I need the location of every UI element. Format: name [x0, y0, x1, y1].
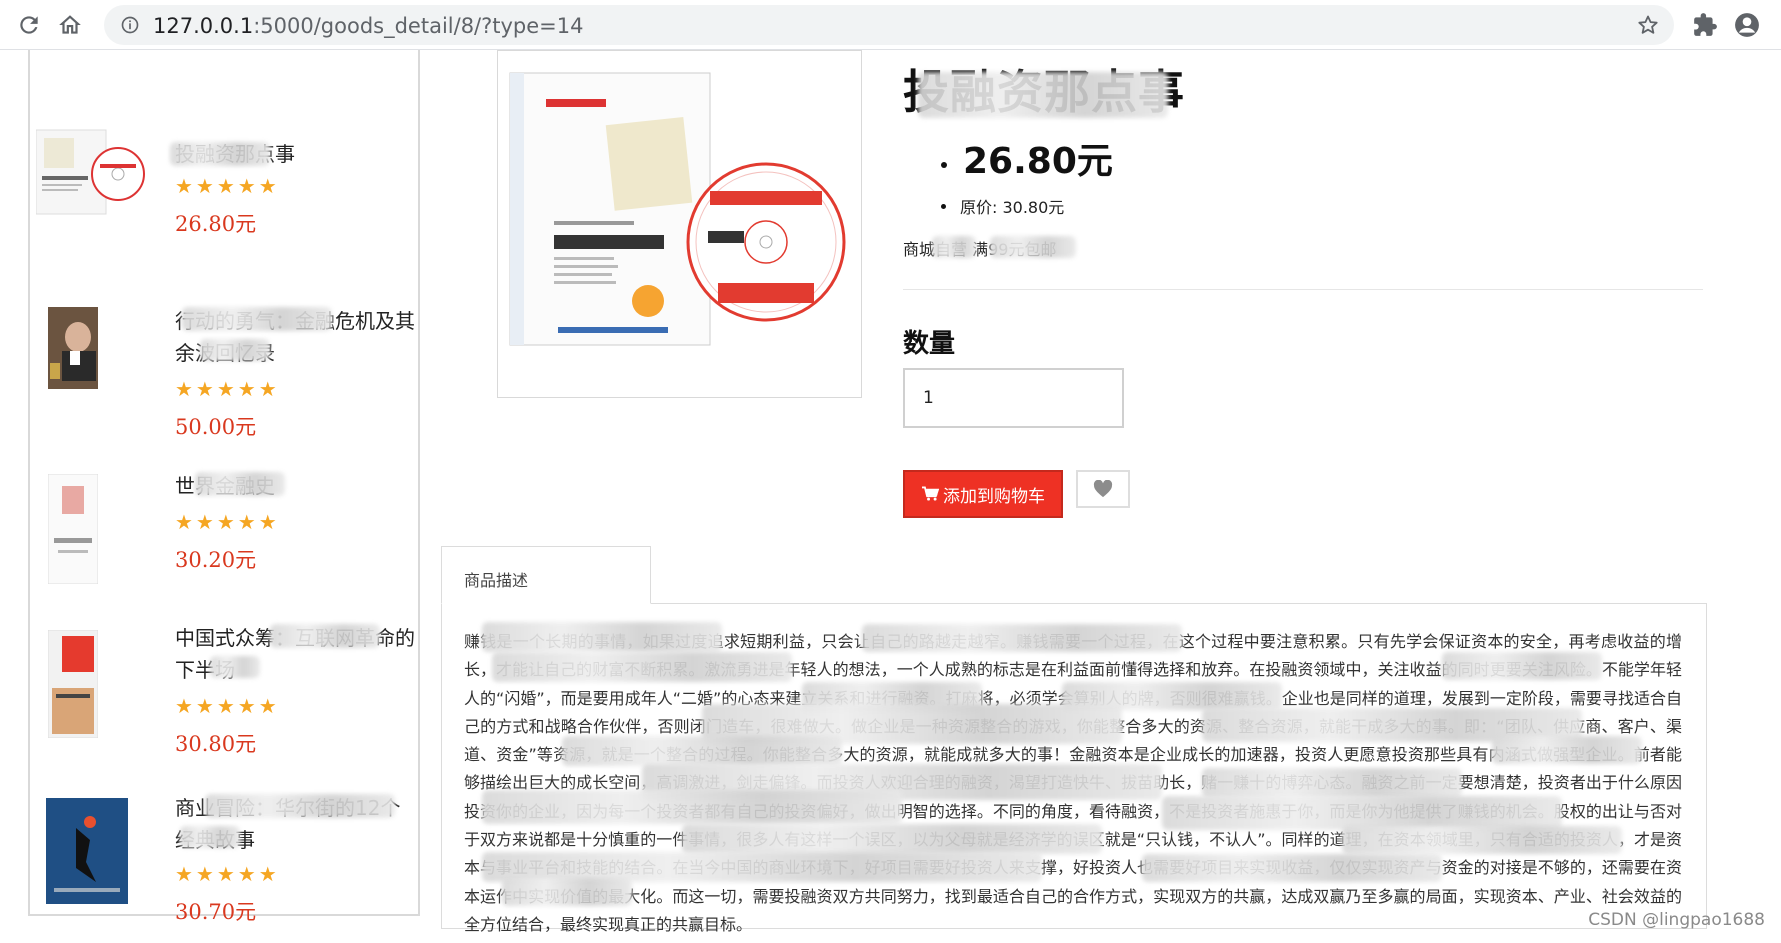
- add-to-cart-label: 添加到购物车: [943, 486, 1045, 507]
- heart-icon: [1093, 480, 1113, 498]
- sidebar-item-2[interactable]: 行动的勇气：金融危机及其余波回忆录 ★★★★★ 50.00元: [30, 265, 418, 439]
- blur-mask: [1342, 826, 1622, 854]
- sidebar-item-5[interactable]: 商业冒险：华尔街的12个经典故事 ★★★★★ 30.70元: [30, 758, 418, 924]
- blur-mask: [562, 736, 842, 766]
- bookmark-star-icon[interactable]: [1636, 13, 1660, 37]
- price-bullet: [941, 162, 947, 168]
- url-text[interactable]: 127.0.0.1:5000/goods_detail/8/?type=14: [153, 14, 584, 38]
- blur-mask: [180, 826, 240, 848]
- product-price: 26.80元: [963, 141, 1113, 182]
- description-panel: 赚钱是一个长期的事情，如果过度追求短期利益，只会让自己的路越走越窄。赚钱需要一个…: [441, 603, 1707, 934]
- quantity-input[interactable]: [903, 368, 1124, 428]
- address-bar[interactable]: 127.0.0.1:5000/goods_detail/8/?type=14: [104, 5, 1674, 45]
- blur-mask: [482, 622, 722, 652]
- rating-stars: ★★★★★: [175, 174, 280, 198]
- reload-icon[interactable]: [16, 12, 42, 38]
- sidebar-item-price: 30.70元: [175, 900, 257, 924]
- blur-mask: [932, 236, 976, 258]
- book-cover-thumbnail[interactable]: [48, 630, 98, 738]
- book-cover-thumbnail[interactable]: [48, 474, 98, 584]
- blur-mask: [482, 790, 902, 824]
- blur-mask: [195, 472, 285, 496]
- add-to-cart-button[interactable]: 添加到购物车: [903, 470, 1063, 518]
- blur-mask: [170, 142, 270, 166]
- blur-mask: [270, 624, 380, 648]
- shopping-cart-icon: [922, 486, 939, 501]
- profile-avatar-icon[interactable]: [1734, 12, 1760, 38]
- blur-mask: [1492, 736, 1642, 764]
- orig-price-bullet: [941, 204, 946, 209]
- recommendation-sidebar: 投融资那点事 ★★★★★ 26.80元 行动的勇气：金融危机及其余波回忆录 ★★…: [28, 50, 420, 924]
- watermark: CSDN @lingpao1688: [1588, 910, 1765, 930]
- rating-stars: ★★★★★: [175, 377, 280, 401]
- book-cover-thumbnail[interactable]: [46, 798, 128, 904]
- sidebar-item-price: 30.20元: [175, 548, 257, 572]
- sidebar-item-1[interactable]: 投融资那点事 ★★★★★ 26.80元: [30, 90, 418, 240]
- quantity-label: 数量: [903, 329, 956, 359]
- blur-mask: [492, 652, 792, 682]
- url-host: 127.0.0.1: [153, 14, 254, 38]
- sidebar-item-4[interactable]: 中国式众筹：互联网革命的下半场 ★★★★★ 30.80元: [30, 590, 418, 756]
- blur-mask: [862, 624, 1182, 652]
- home-icon[interactable]: [57, 12, 83, 38]
- rating-stars: ★★★★★: [175, 862, 280, 886]
- blur-mask: [1442, 652, 1602, 680]
- blur-mask: [1142, 854, 1442, 882]
- blur-mask: [210, 656, 260, 678]
- blur-mask: [502, 878, 632, 906]
- original-price: 原价: 30.80元: [960, 198, 1065, 217]
- blur-mask: [1162, 796, 1562, 830]
- url-path: :5000/goods_detail/8/?type=14: [253, 14, 584, 38]
- extensions-puzzle-icon[interactable]: [1692, 12, 1718, 38]
- blur-mask: [682, 824, 1102, 854]
- sidebar-item-price: 30.80元: [175, 732, 257, 756]
- blur-mask: [1202, 768, 1462, 798]
- blur-mask: [990, 236, 1076, 258]
- blur-mask: [205, 794, 395, 818]
- divider: [903, 289, 1703, 290]
- tab-description[interactable]: 商品描述: [441, 546, 651, 604]
- sidebar-item-3[interactable]: 世界金融史 ★★★★★ 30.20元: [30, 430, 418, 584]
- blur-mask: [918, 72, 1168, 118]
- blur-mask: [182, 307, 332, 331]
- product-cover-image: [509, 72, 846, 346]
- rating-stars: ★★★★★: [175, 694, 280, 718]
- site-info-icon[interactable]: [120, 15, 140, 35]
- product-image-box: [497, 50, 862, 398]
- book-cover-thumbnail[interactable]: [36, 126, 146, 218]
- favorite-button[interactable]: [1076, 470, 1130, 508]
- sidebar-item-price: 26.80元: [175, 212, 257, 236]
- rating-stars: ★★★★★: [175, 510, 280, 534]
- blur-mask: [200, 339, 270, 361]
- browser-toolbar: 127.0.0.1:5000/goods_detail/8/?type=14: [0, 0, 1781, 50]
- book-cover-thumbnail[interactable]: [48, 307, 98, 389]
